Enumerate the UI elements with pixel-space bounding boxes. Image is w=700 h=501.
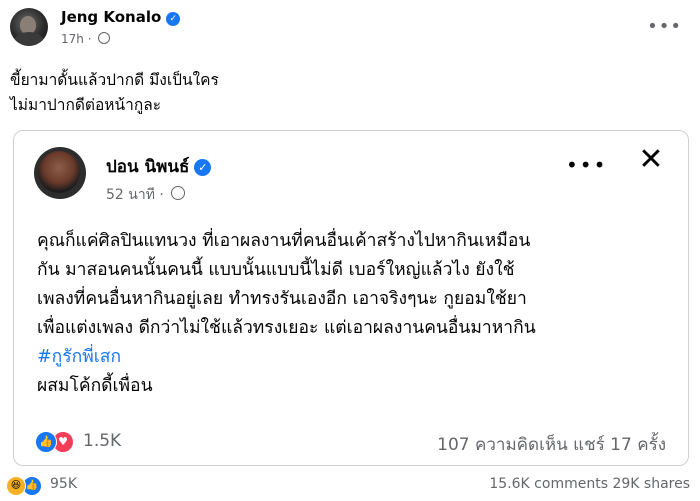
haha-reaction-icon: 😆	[6, 476, 26, 496]
shares-count[interactable]: แชร์ 17 ครั้ง	[573, 435, 666, 455]
close-icon[interactable]: ✕	[636, 145, 666, 176]
verified-badge-icon: ✓	[166, 12, 181, 26]
shared-post-body: คุณก็แค่ศิลปินแทนวง ที่เอาผลงานที่คนอื่น…	[37, 227, 536, 401]
shared-text-line: เพื่อแต่งเพลง ดีกว่าไม่ใช้แล้วทรงเยอะ แต…	[37, 318, 536, 338]
shared-text-line: ผสมโค้กดี้เพื่อน	[37, 376, 153, 396]
shared-author-name[interactable]: ปอน นิพนธ์ ✓	[106, 153, 212, 180]
verified-badge-icon: ✓	[194, 159, 212, 176]
author-name-text[interactable]: Jeng Konalo	[61, 8, 161, 26]
reaction-count[interactable]: 1.5K	[83, 431, 121, 451]
post-stats: 15.6K comments 29K shares	[489, 476, 690, 492]
shared-text-line: เพลงที่คนอื่นหากินอยู่เลย ทำทรงรันเองอีก…	[37, 289, 527, 309]
meta-separator: ·	[87, 32, 96, 46]
shares-count[interactable]: 29K shares	[612, 476, 690, 492]
shared-post-timestamp[interactable]: 52 นาที	[106, 187, 155, 203]
shared-text-line: คุณก็แค่ศิลปินแทนวง ที่เอาผลงานที่คนอื่น…	[37, 231, 531, 251]
shared-author-avatar[interactable]	[34, 147, 86, 199]
avatar[interactable]	[10, 8, 48, 46]
comments-count[interactable]: 15.6K comments	[489, 476, 608, 492]
meta-separator: ·	[159, 187, 169, 203]
avatar-image	[38, 151, 80, 193]
outer-post-header: Jeng Konalo ✓ 17h · •••	[10, 6, 690, 56]
hashtag-link[interactable]: #กูรักพี่เสก	[37, 343, 536, 372]
post-body: ขี้ยามาดั้นแล้วปากดี มึงเป็นใคร ไม่มาปาก…	[10, 68, 219, 118]
shared-author-name-text[interactable]: ปอน นิพนธ์	[106, 157, 189, 177]
shared-post-card[interactable]: ปอน นิพนธ์ ✓ 52 นาที · ••• ✕ คุณก็แค่ศิลป…	[13, 130, 689, 466]
post-meta: 17h ·	[61, 32, 111, 46]
post-text-line: ไม่มาปากดีต่อหน้ากูละ	[10, 96, 162, 114]
shared-text-line: กัน มาสอนคนนั้นคนนี้ แบบนั้นแบบนี้ไม่ดี …	[37, 260, 515, 280]
post-author-name[interactable]: Jeng Konalo ✓	[61, 8, 181, 26]
reaction-count[interactable]: 95K	[50, 476, 77, 492]
like-reaction-icon: 👍	[35, 431, 57, 453]
shared-post-meta: 52 นาที ·	[106, 184, 186, 206]
more-options-icon[interactable]: •••	[566, 153, 607, 177]
post-text-line: ขี้ยามาดั้นแล้วปากดี มึงเป็นใคร	[10, 71, 219, 89]
shared-post-stats: 107 ความคิดเห็น แชร์ 17 ครั้ง	[437, 431, 666, 458]
globe-icon	[98, 32, 111, 44]
globe-icon	[171, 186, 186, 200]
outer-post-footer: 😆 👍 95K 15.6K comments 29K shares	[0, 471, 700, 501]
avatar-body	[14, 32, 44, 46]
more-options-icon[interactable]: •••	[647, 16, 682, 37]
comments-count[interactable]: 107 ความคิดเห็น	[437, 435, 568, 455]
post-timestamp[interactable]: 17h	[61, 32, 84, 46]
